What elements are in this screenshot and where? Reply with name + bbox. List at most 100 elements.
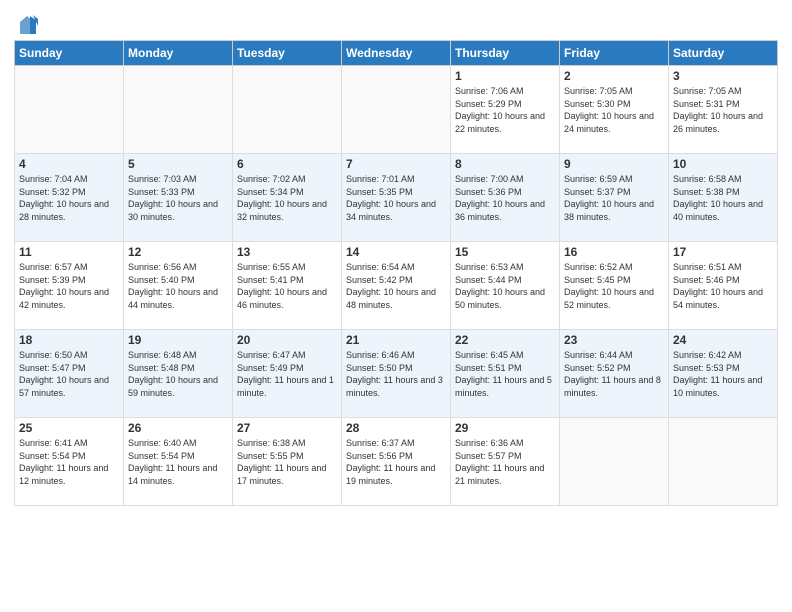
day-info: Sunrise: 6:41 AM Sunset: 5:54 PM Dayligh…: [19, 437, 119, 487]
calendar-cell: 7 Sunrise: 7:01 AM Sunset: 5:35 PM Daylig…: [342, 154, 451, 242]
day-number: 10: [673, 157, 773, 171]
day-info: Sunrise: 6:38 AM Sunset: 5:55 PM Dayligh…: [237, 437, 337, 487]
day-header-tuesday: Tuesday: [233, 41, 342, 66]
header: [14, 10, 778, 36]
day-info: Sunrise: 7:05 AM Sunset: 5:30 PM Dayligh…: [564, 85, 664, 135]
day-info: Sunrise: 6:42 AM Sunset: 5:53 PM Dayligh…: [673, 349, 773, 399]
calendar-cell: 29 Sunrise: 6:36 AM Sunset: 5:57 PM Dayli…: [451, 418, 560, 506]
day-info: Sunrise: 6:48 AM Sunset: 5:48 PM Dayligh…: [128, 349, 228, 399]
calendar-week-1: 1 Sunrise: 7:06 AM Sunset: 5:29 PM Daylig…: [15, 66, 778, 154]
day-info: Sunrise: 7:06 AM Sunset: 5:29 PM Dayligh…: [455, 85, 555, 135]
calendar-cell: 18 Sunrise: 6:50 AM Sunset: 5:47 PM Dayli…: [15, 330, 124, 418]
day-number: 17: [673, 245, 773, 259]
calendar-cell: 5 Sunrise: 7:03 AM Sunset: 5:33 PM Daylig…: [124, 154, 233, 242]
calendar-cell: [560, 418, 669, 506]
day-number: 23: [564, 333, 664, 347]
day-info: Sunrise: 7:03 AM Sunset: 5:33 PM Dayligh…: [128, 173, 228, 223]
day-info: Sunrise: 7:00 AM Sunset: 5:36 PM Dayligh…: [455, 173, 555, 223]
day-number: 4: [19, 157, 119, 171]
calendar-cell: 3 Sunrise: 7:05 AM Sunset: 5:31 PM Daylig…: [669, 66, 778, 154]
day-info: Sunrise: 6:55 AM Sunset: 5:41 PM Dayligh…: [237, 261, 337, 311]
day-number: 9: [564, 157, 664, 171]
calendar-cell: 12Sunrise: 6:56 AM Sunset: 5:40 PM Dayli…: [124, 242, 233, 330]
calendar-cell: 24 Sunrise: 6:42 AM Sunset: 5:53 PM Dayli…: [669, 330, 778, 418]
day-info: Sunrise: 6:44 AM Sunset: 5:52 PM Dayligh…: [564, 349, 664, 399]
calendar-cell: 14Sunrise: 6:54 AM Sunset: 5:42 PM Dayli…: [342, 242, 451, 330]
day-number: 13: [237, 245, 337, 259]
calendar-cell: 9Sunrise: 6:59 AM Sunset: 5:37 PM Daylig…: [560, 154, 669, 242]
day-number: 25: [19, 421, 119, 435]
day-info: Sunrise: 6:37 AM Sunset: 5:56 PM Dayligh…: [346, 437, 446, 487]
day-number: 20: [237, 333, 337, 347]
day-number: 16: [564, 245, 664, 259]
day-info: Sunrise: 7:05 AM Sunset: 5:31 PM Dayligh…: [673, 85, 773, 135]
day-number: 21: [346, 333, 446, 347]
day-info: Sunrise: 7:01 AM Sunset: 5:35 PM Dayligh…: [346, 173, 446, 223]
calendar-week-5: 25 Sunrise: 6:41 AM Sunset: 5:54 PM Dayli…: [15, 418, 778, 506]
calendar-cell: 15 Sunrise: 6:53 AM Sunset: 5:44 PM Dayli…: [451, 242, 560, 330]
day-number: 15: [455, 245, 555, 259]
day-header-saturday: Saturday: [669, 41, 778, 66]
day-number: 19: [128, 333, 228, 347]
day-info: Sunrise: 6:40 AM Sunset: 5:54 PM Dayligh…: [128, 437, 228, 487]
calendar-cell: 11 Sunrise: 6:57 AM Sunset: 5:39 PM Dayli…: [15, 242, 124, 330]
calendar-cell: 10Sunrise: 6:58 AM Sunset: 5:38 PM Dayli…: [669, 154, 778, 242]
day-info: Sunrise: 6:53 AM Sunset: 5:44 PM Dayligh…: [455, 261, 555, 311]
day-number: 11: [19, 245, 119, 259]
calendar-cell: [124, 66, 233, 154]
calendar-header-row: SundayMondayTuesdayWednesdayThursdayFrid…: [15, 41, 778, 66]
day-info: Sunrise: 6:47 AM Sunset: 5:49 PM Dayligh…: [237, 349, 337, 399]
calendar-cell: 2 Sunrise: 7:05 AM Sunset: 5:30 PM Daylig…: [560, 66, 669, 154]
day-header-wednesday: Wednesday: [342, 41, 451, 66]
calendar-week-4: 18 Sunrise: 6:50 AM Sunset: 5:47 PM Dayli…: [15, 330, 778, 418]
day-info: Sunrise: 6:36 AM Sunset: 5:57 PM Dayligh…: [455, 437, 555, 487]
calendar-cell: [15, 66, 124, 154]
day-header-friday: Friday: [560, 41, 669, 66]
calendar-cell: 19 Sunrise: 6:48 AM Sunset: 5:48 PM Dayli…: [124, 330, 233, 418]
day-header-monday: Monday: [124, 41, 233, 66]
calendar-cell: 1 Sunrise: 7:06 AM Sunset: 5:29 PM Daylig…: [451, 66, 560, 154]
calendar-cell: 6 Sunrise: 7:02 AM Sunset: 5:34 PM Daylig…: [233, 154, 342, 242]
day-info: Sunrise: 6:57 AM Sunset: 5:39 PM Dayligh…: [19, 261, 119, 311]
calendar-cell: 4 Sunrise: 7:04 AM Sunset: 5:32 PM Daylig…: [15, 154, 124, 242]
page-container: SundayMondayTuesdayWednesdayThursdayFrid…: [0, 0, 792, 516]
calendar-cell: 27 Sunrise: 6:38 AM Sunset: 5:55 PM Dayli…: [233, 418, 342, 506]
day-number: 3: [673, 69, 773, 83]
calendar-table: SundayMondayTuesdayWednesdayThursdayFrid…: [14, 40, 778, 506]
calendar-cell: 22 Sunrise: 6:45 AM Sunset: 5:51 PM Dayli…: [451, 330, 560, 418]
day-header-sunday: Sunday: [15, 41, 124, 66]
calendar-cell: [342, 66, 451, 154]
calendar-cell: [669, 418, 778, 506]
calendar-cell: 16 Sunrise: 6:52 AM Sunset: 5:45 PM Dayli…: [560, 242, 669, 330]
day-info: Sunrise: 6:46 AM Sunset: 5:50 PM Dayligh…: [346, 349, 446, 399]
day-info: Sunrise: 6:50 AM Sunset: 5:47 PM Dayligh…: [19, 349, 119, 399]
day-info: Sunrise: 6:54 AM Sunset: 5:42 PM Dayligh…: [346, 261, 446, 311]
calendar-week-2: 4 Sunrise: 7:04 AM Sunset: 5:32 PM Daylig…: [15, 154, 778, 242]
day-number: 29: [455, 421, 555, 435]
day-info: Sunrise: 6:51 AM Sunset: 5:46 PM Dayligh…: [673, 261, 773, 311]
calendar-cell: 21 Sunrise: 6:46 AM Sunset: 5:50 PM Dayli…: [342, 330, 451, 418]
calendar-cell: 28 Sunrise: 6:37 AM Sunset: 5:56 PM Dayli…: [342, 418, 451, 506]
calendar-cell: 8Sunrise: 7:00 AM Sunset: 5:36 PM Daylig…: [451, 154, 560, 242]
day-number: 7: [346, 157, 446, 171]
day-number: 6: [237, 157, 337, 171]
day-number: 26: [128, 421, 228, 435]
day-number: 2: [564, 69, 664, 83]
day-info: Sunrise: 7:04 AM Sunset: 5:32 PM Dayligh…: [19, 173, 119, 223]
day-number: 18: [19, 333, 119, 347]
day-number: 24: [673, 333, 773, 347]
calendar-cell: 17 Sunrise: 6:51 AM Sunset: 5:46 PM Dayli…: [669, 242, 778, 330]
day-number: 1: [455, 69, 555, 83]
calendar-cell: 23 Sunrise: 6:44 AM Sunset: 5:52 PM Dayli…: [560, 330, 669, 418]
calendar-week-3: 11 Sunrise: 6:57 AM Sunset: 5:39 PM Dayli…: [15, 242, 778, 330]
day-info: Sunrise: 6:45 AM Sunset: 5:51 PM Dayligh…: [455, 349, 555, 399]
day-number: 28: [346, 421, 446, 435]
day-number: 5: [128, 157, 228, 171]
day-number: 27: [237, 421, 337, 435]
day-info: Sunrise: 6:52 AM Sunset: 5:45 PM Dayligh…: [564, 261, 664, 311]
logo: [14, 14, 38, 36]
day-number: 22: [455, 333, 555, 347]
calendar-cell: [233, 66, 342, 154]
day-info: Sunrise: 6:56 AM Sunset: 5:40 PM Dayligh…: [128, 261, 228, 311]
day-info: Sunrise: 7:02 AM Sunset: 5:34 PM Dayligh…: [237, 173, 337, 223]
